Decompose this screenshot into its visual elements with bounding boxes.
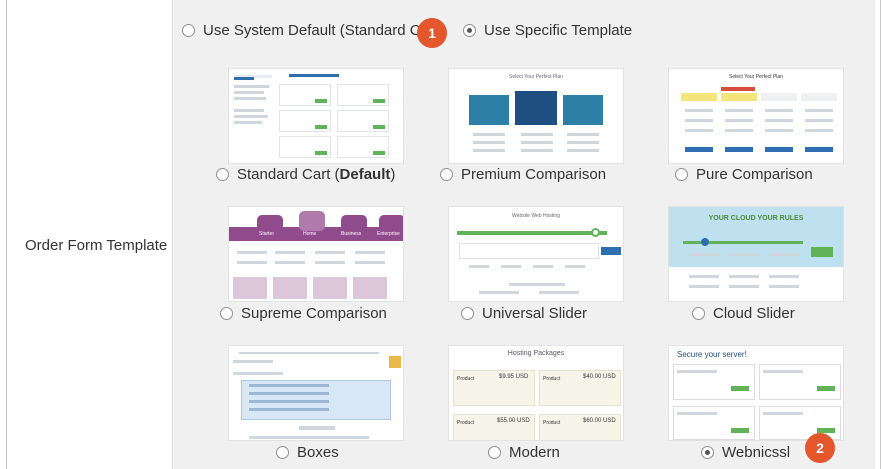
use-system-default-radio[interactable] (182, 24, 195, 37)
premium-thumb-title: Select Your Perfect Plan (509, 74, 563, 80)
premium-comparison-label: Premium Comparison (461, 166, 607, 183)
cloud-thumb-title: YOUR CLOUD YOUR RULES (708, 215, 804, 222)
use-system-default-option[interactable]: Use System Default (Standard C (182, 22, 421, 39)
standard-cart-radio[interactable] (216, 168, 229, 181)
modern-price-1: $9.95 USD (499, 374, 529, 380)
thumb-boxes[interactable] (228, 345, 404, 441)
template-option-supreme-comparison[interactable]: Supreme Comparison (220, 305, 387, 322)
modern-price-3: $55.00 USD (497, 418, 530, 424)
thumb-pure-comparison[interactable]: Select Your Perfect Plan (668, 68, 844, 164)
modern-product-1: Product (457, 376, 475, 382)
supreme-tab-home: Home (303, 231, 317, 237)
supreme-comparison-label: Supreme Comparison (241, 305, 387, 322)
pure-thumb-title: Select Your Perfect Plan (729, 74, 783, 80)
supreme-comparison-radio[interactable] (220, 307, 233, 320)
use-system-default-label: Use System Default (Standard C (203, 22, 421, 39)
universal-slider-label: Universal Slider (482, 305, 588, 322)
modern-price-4: $60.00 USD (583, 418, 616, 424)
boxes-radio[interactable] (276, 446, 289, 459)
universal-thumb-title: Website Web Hosting (512, 213, 560, 219)
universal-slider-radio[interactable] (461, 307, 474, 320)
thumb-supreme-comparison[interactable]: Starter Home Business Enterprise (228, 206, 404, 302)
supreme-tab-enterprise: Enterprise (377, 231, 400, 237)
modern-product-3: Product (457, 420, 475, 426)
modern-product-4: Product (543, 420, 561, 426)
template-option-webnicssl[interactable]: Webnicssl (701, 444, 790, 461)
modern-thumb-title: Hosting Packages (507, 350, 565, 357)
template-option-modern[interactable]: Modern (488, 444, 560, 461)
standard-cart-label: Standard Cart (Default) (237, 166, 396, 183)
template-option-standard-cart[interactable]: Standard Cart (Default) (216, 166, 395, 183)
template-option-pure-comparison[interactable]: Pure Comparison (675, 166, 813, 183)
modern-radio[interactable] (488, 446, 501, 459)
modern-label: Modern (509, 444, 560, 461)
supreme-tab-starter: Starter (259, 231, 275, 237)
template-option-cloud-slider[interactable]: Cloud Slider (692, 305, 795, 322)
webnicssl-label: Webnicssl (722, 444, 791, 461)
supreme-tab-business: Business (341, 231, 362, 237)
label-cell: Order Form Template (7, 0, 173, 469)
cloud-slider-label: Cloud Slider (713, 305, 795, 322)
modern-price-2: $40.00 USD (583, 374, 616, 380)
thumb-universal-slider[interactable]: Website Web Hosting (448, 206, 624, 302)
pure-comparison-radio[interactable] (675, 168, 688, 181)
order-form-template-label: Order Form Template (25, 237, 168, 254)
template-option-universal-slider[interactable]: Universal Slider (461, 305, 587, 322)
thumb-standard-cart[interactable] (228, 68, 404, 164)
webnic-thumb-title: Secure your server! (677, 350, 747, 359)
thumb-webnicssl[interactable]: Secure your server! (668, 345, 844, 441)
pure-comparison-label: Pure Comparison (696, 166, 813, 183)
modern-product-2: Product (543, 376, 561, 382)
use-specific-template-radio[interactable] (463, 24, 476, 37)
step-badge-2: 2 (805, 433, 835, 463)
use-specific-template-label: Use Specific Template (484, 22, 633, 39)
premium-comparison-radio[interactable] (440, 168, 453, 181)
use-specific-template-option[interactable]: Use Specific Template (463, 22, 632, 39)
thumb-modern[interactable]: Hosting Packages Product Product Product… (448, 345, 624, 441)
webnicssl-radio[interactable] (701, 446, 714, 459)
template-options-panel: Use System Default (Standard C Use Speci… (174, 0, 875, 469)
boxes-label: Boxes (297, 444, 339, 461)
thumb-cloud-slider[interactable]: YOUR CLOUD YOUR RULES (668, 206, 844, 302)
step-badge-1: 1 (417, 18, 447, 48)
template-option-premium-comparison[interactable]: Premium Comparison (440, 166, 606, 183)
cloud-slider-radio[interactable] (692, 307, 705, 320)
template-option-boxes[interactable]: Boxes (276, 444, 339, 461)
thumb-premium-comparison[interactable]: Select Your Perfect Plan (448, 68, 624, 164)
